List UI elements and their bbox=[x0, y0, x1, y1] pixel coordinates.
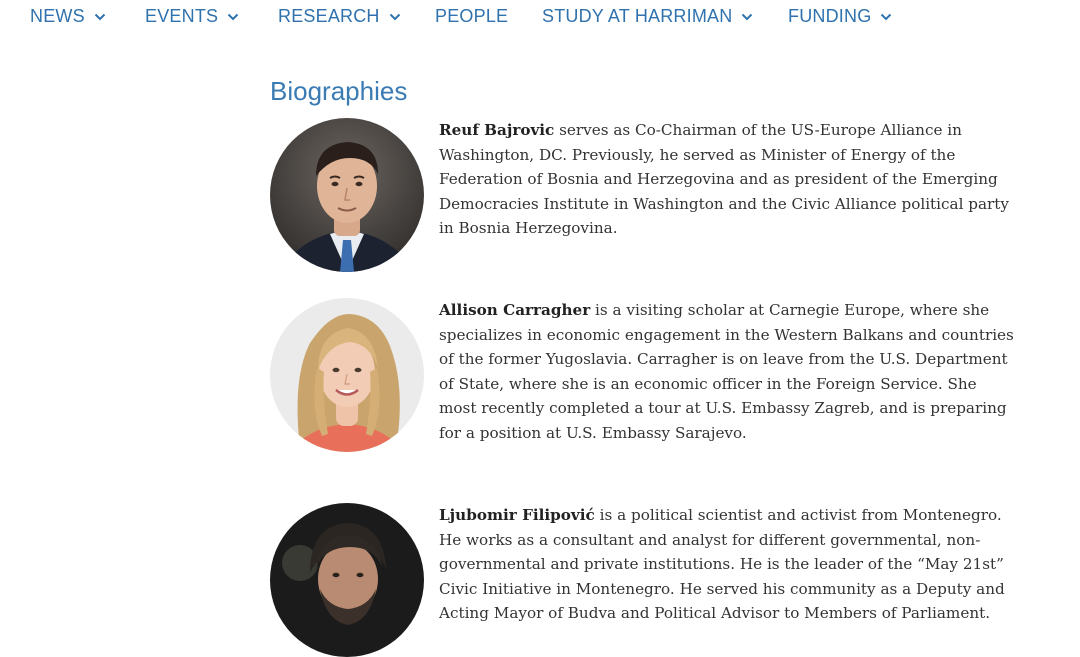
nav-item-label: PEOPLE bbox=[435, 6, 509, 26]
nav-item-label: FUNDING bbox=[788, 6, 872, 26]
chevron-down-icon bbox=[881, 13, 892, 20]
person-name: Allison Carragher bbox=[439, 301, 591, 319]
nav-item-research[interactable]: RESEARCH bbox=[278, 6, 401, 27]
nav-item-events[interactable]: EVENTS bbox=[145, 6, 239, 27]
person-name: Reuf Bajrovic bbox=[439, 121, 555, 139]
chevron-down-icon bbox=[742, 13, 753, 20]
chevron-down-icon bbox=[94, 13, 106, 20]
portrait-photo bbox=[270, 118, 424, 272]
person-name: Ljubomir Filipović bbox=[439, 506, 595, 524]
chevron-down-icon bbox=[228, 13, 239, 20]
nav-item-funding[interactable]: FUNDING bbox=[788, 6, 892, 27]
biography-text: Allison Carragher is a visiting scholar … bbox=[439, 298, 1014, 446]
nav-item-people[interactable]: PEOPLE bbox=[435, 6, 508, 27]
portrait-photo bbox=[270, 298, 424, 452]
biography-body: is a visiting scholar at Carnegie Europe… bbox=[439, 301, 1014, 442]
nav-item-label: NEWS bbox=[30, 6, 85, 26]
nav-item-study-at-harriman[interactable]: STUDY AT HARRIMAN bbox=[542, 6, 753, 27]
nav-item-label: EVENTS bbox=[145, 6, 219, 26]
main-navigation: NEWS EVENTS RESEARCH PEOPLE STUDY AT HAR… bbox=[0, 0, 1080, 36]
nav-item-label: RESEARCH bbox=[278, 6, 380, 26]
chevron-down-icon bbox=[389, 13, 400, 20]
biography-text: Reuf Bajrovic serves as Co-Chairman of t… bbox=[439, 118, 1014, 241]
nav-item-news[interactable]: NEWS bbox=[30, 6, 106, 27]
nav-item-label: STUDY AT HARRIMAN bbox=[542, 6, 733, 26]
section-title: Biographies bbox=[270, 76, 408, 106]
portrait-photo bbox=[270, 503, 424, 657]
